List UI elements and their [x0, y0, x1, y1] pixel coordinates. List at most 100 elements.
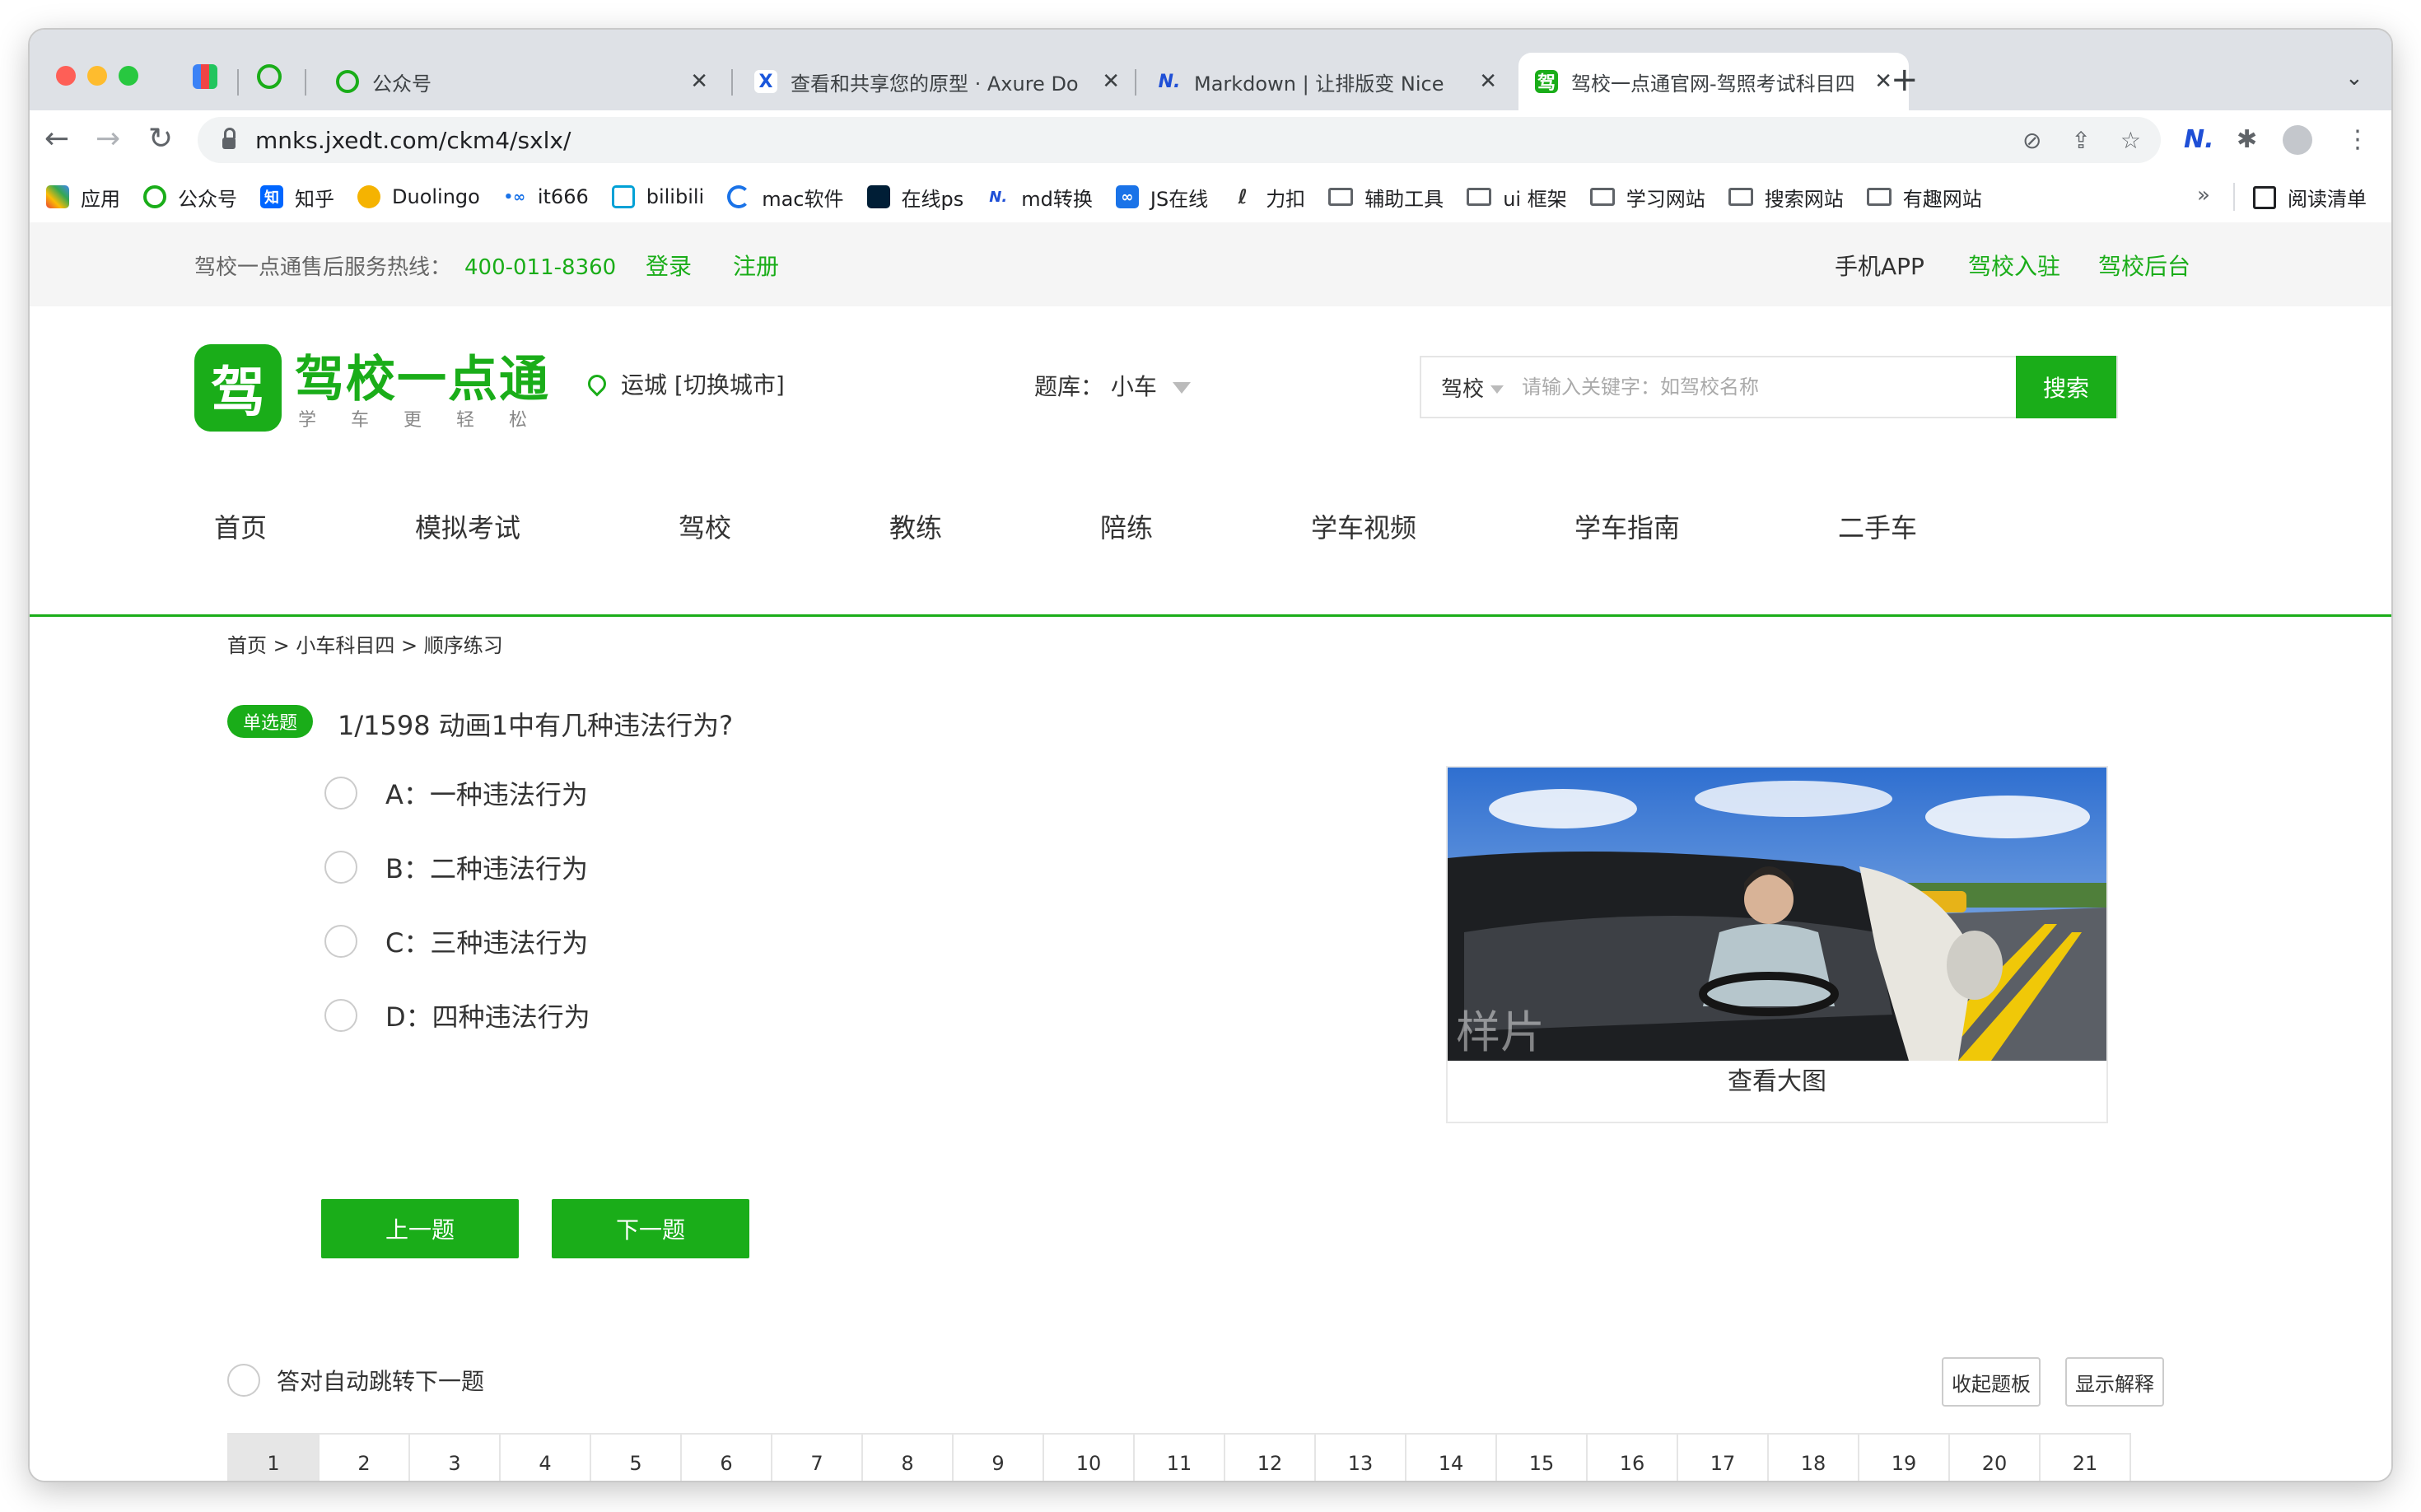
bookmark-folder[interactable]: 搜索网站 [1728, 183, 1844, 212]
tab-jxedt-active[interactable]: 驾 驾校一点通官网-驾照考试科目四 ✕ [1518, 53, 1909, 110]
profile-avatar-icon[interactable] [2283, 125, 2312, 155]
bookmark-item[interactable]: ∞ JS在线 [1115, 183, 1208, 212]
nav-home[interactable]: 首页 [214, 507, 267, 545]
question-number-cell[interactable]: 3 [410, 1435, 501, 1481]
prev-question-button[interactable]: 上一题 [321, 1199, 519, 1258]
close-tab-icon[interactable]: ✕ [1102, 69, 1120, 94]
nav-used-cars[interactable]: 二手车 [1838, 507, 1917, 545]
question-number-cell[interactable]: 1 [229, 1435, 320, 1481]
share-icon[interactable]: ⇪ [2071, 127, 2090, 154]
new-tab-button[interactable]: + [1891, 61, 1919, 99]
bookmark-item[interactable]: 在线ps [866, 183, 963, 212]
show-explanation-button[interactable]: 显示解释 [2065, 1357, 2164, 1407]
bookmark-item[interactable]: mac软件 [727, 183, 844, 212]
next-question-button[interactable]: 下一题 [552, 1199, 749, 1258]
bookmark-star-icon[interactable]: ☆ [2120, 127, 2141, 154]
pinned-tab-icon[interactable] [193, 64, 217, 89]
bookmark-item[interactable]: •∞ it666 [503, 185, 589, 208]
question-bank-selector[interactable]: 题库： 小车 [1034, 369, 1191, 402]
school-join-link[interactable]: 驾校入驻 [1968, 249, 2060, 282]
nav-guide[interactable]: 学车指南 [1574, 507, 1680, 545]
tab-search-chevron-icon[interactable]: ⌄ [2345, 66, 2363, 91]
blocked-popup-icon[interactable]: ⊘ [2022, 127, 2041, 154]
wechat-pinned-tab-icon[interactable] [257, 64, 282, 89]
school-backend-link[interactable]: 驾校后台 [2098, 249, 2190, 282]
nav-practice-partner[interactable]: 陪练 [1100, 507, 1153, 545]
question-number-cell[interactable]: 7 [772, 1435, 863, 1481]
bookmark-item[interactable]: 应用 [46, 183, 120, 212]
question-number-cell[interactable]: 19 [1859, 1435, 1950, 1481]
back-arrow-icon[interactable]: ← [44, 122, 69, 156]
close-tab-icon[interactable]: ✕ [690, 69, 708, 94]
bookmark-item[interactable]: 公众号 [143, 183, 237, 212]
answer-option-a[interactable]: A：一种违法行为 [324, 774, 588, 812]
bookmark-folder[interactable]: ui 框架 [1467, 183, 1567, 212]
reload-icon[interactable]: ↻ [148, 122, 173, 156]
answer-option-b[interactable]: B：二种违法行为 [324, 848, 588, 886]
question-number-cell[interactable]: 13 [1316, 1435, 1406, 1481]
radio-button[interactable] [324, 999, 357, 1032]
question-number-cell[interactable]: 2 [320, 1435, 410, 1481]
nav-mock-exam[interactable]: 模拟考试 [415, 507, 520, 545]
url-text[interactable]: mnks.jxedt.com/ckm4/sxlx/ [255, 127, 571, 154]
answer-option-d[interactable]: D：四种违法行为 [324, 996, 590, 1034]
tab-axure[interactable]: X 查看和共享您的原型 · Axure Do ✕ [738, 53, 1136, 110]
nav-videos[interactable]: 学车视频 [1311, 507, 1416, 545]
breadcrumb[interactable]: 首页 > 小车科目四 > 顺序练习 [227, 629, 503, 658]
question-number-cell[interactable]: 14 [1406, 1435, 1497, 1481]
bookmark-item[interactable]: ℓ 力扣 [1231, 183, 1306, 212]
close-window-button[interactable] [56, 66, 76, 86]
browser-menu-icon[interactable]: ⋮ [2345, 125, 2370, 154]
question-number-cell[interactable]: 8 [863, 1435, 954, 1481]
bookmark-item[interactable]: bilibili [611, 185, 704, 208]
question-number-cell[interactable]: 9 [954, 1435, 1044, 1481]
question-number-cell[interactable]: 20 [1950, 1435, 2041, 1481]
city-switcher[interactable]: 运城 [切换城市] [584, 367, 785, 400]
view-large-image-link[interactable]: 查看大图 [1448, 1061, 2106, 1097]
question-number-cell[interactable]: 16 [1588, 1435, 1678, 1481]
search-input[interactable] [1520, 375, 1985, 399]
register-link[interactable]: 注册 [733, 249, 779, 282]
bookmark-folder[interactable]: 辅助工具 [1328, 183, 1444, 212]
question-image-card[interactable]: 样片 查看大图 [1446, 766, 2108, 1123]
question-number-cell[interactable]: 17 [1678, 1435, 1769, 1481]
question-number-cell[interactable]: 21 [2041, 1435, 2131, 1481]
question-animation-image[interactable]: 样片 [1448, 768, 2106, 1061]
reading-list-button[interactable]: 阅读清单 [2253, 183, 2367, 212]
question-number-cell[interactable]: 11 [1135, 1435, 1225, 1481]
question-number-cell[interactable]: 6 [682, 1435, 772, 1481]
extensions-puzzle-icon[interactable]: ✱ [2237, 125, 2257, 154]
question-number-cell[interactable]: 18 [1769, 1435, 1859, 1481]
forward-arrow-icon[interactable]: → [96, 122, 120, 156]
login-link[interactable]: 登录 [646, 249, 692, 282]
zoom-window-button[interactable] [119, 66, 138, 86]
more-bookmarks-chevron-icon[interactable]: » [2197, 183, 2210, 208]
bookmark-folder[interactable]: 学习网站 [1589, 183, 1705, 212]
radio-button[interactable] [324, 777, 357, 810]
close-tab-icon[interactable]: ✕ [1874, 69, 1892, 94]
tab-markdown-nice[interactable]: N. Markdown | 让排版变 Nice ✕ [1141, 53, 1514, 110]
tab-wechat[interactable]: 公众号 ✕ [320, 53, 725, 110]
radio-button[interactable] [324, 851, 357, 884]
address-bar[interactable]: mnks.jxedt.com/ckm4/sxlx/ ⊘ ⇪ ☆ [198, 117, 2161, 163]
site-logo[interactable]: 驾 [194, 344, 282, 432]
nav-driving-school[interactable]: 驾校 [679, 507, 731, 545]
question-number-cell[interactable]: 15 [1497, 1435, 1588, 1481]
question-number-cell[interactable]: 12 [1225, 1435, 1316, 1481]
question-number-cell[interactable]: 5 [591, 1435, 682, 1481]
close-tab-icon[interactable]: ✕ [1479, 69, 1497, 94]
radio-button[interactable] [324, 925, 357, 958]
answer-option-c[interactable]: C：三种违法行为 [324, 922, 588, 960]
nav-coach[interactable]: 教练 [889, 507, 942, 545]
search-type-select[interactable]: 驾校 [1441, 372, 1504, 403]
bookmark-folder[interactable]: 有趣网站 [1866, 183, 1982, 212]
minimize-window-button[interactable] [87, 66, 107, 86]
collapse-panel-button[interactable]: 收起题板 [1942, 1357, 2041, 1407]
search-button[interactable]: 搜索 [2016, 356, 2116, 418]
mobile-app-link[interactable]: 手机APP [1835, 249, 1924, 282]
bookmark-item[interactable]: 知 知乎 [260, 183, 334, 212]
lock-icon[interactable] [222, 128, 236, 149]
bookmark-item[interactable]: N. md转换 [987, 183, 1093, 212]
question-number-cell[interactable]: 10 [1044, 1435, 1135, 1481]
bookmark-item[interactable]: Duolingo [357, 185, 480, 208]
